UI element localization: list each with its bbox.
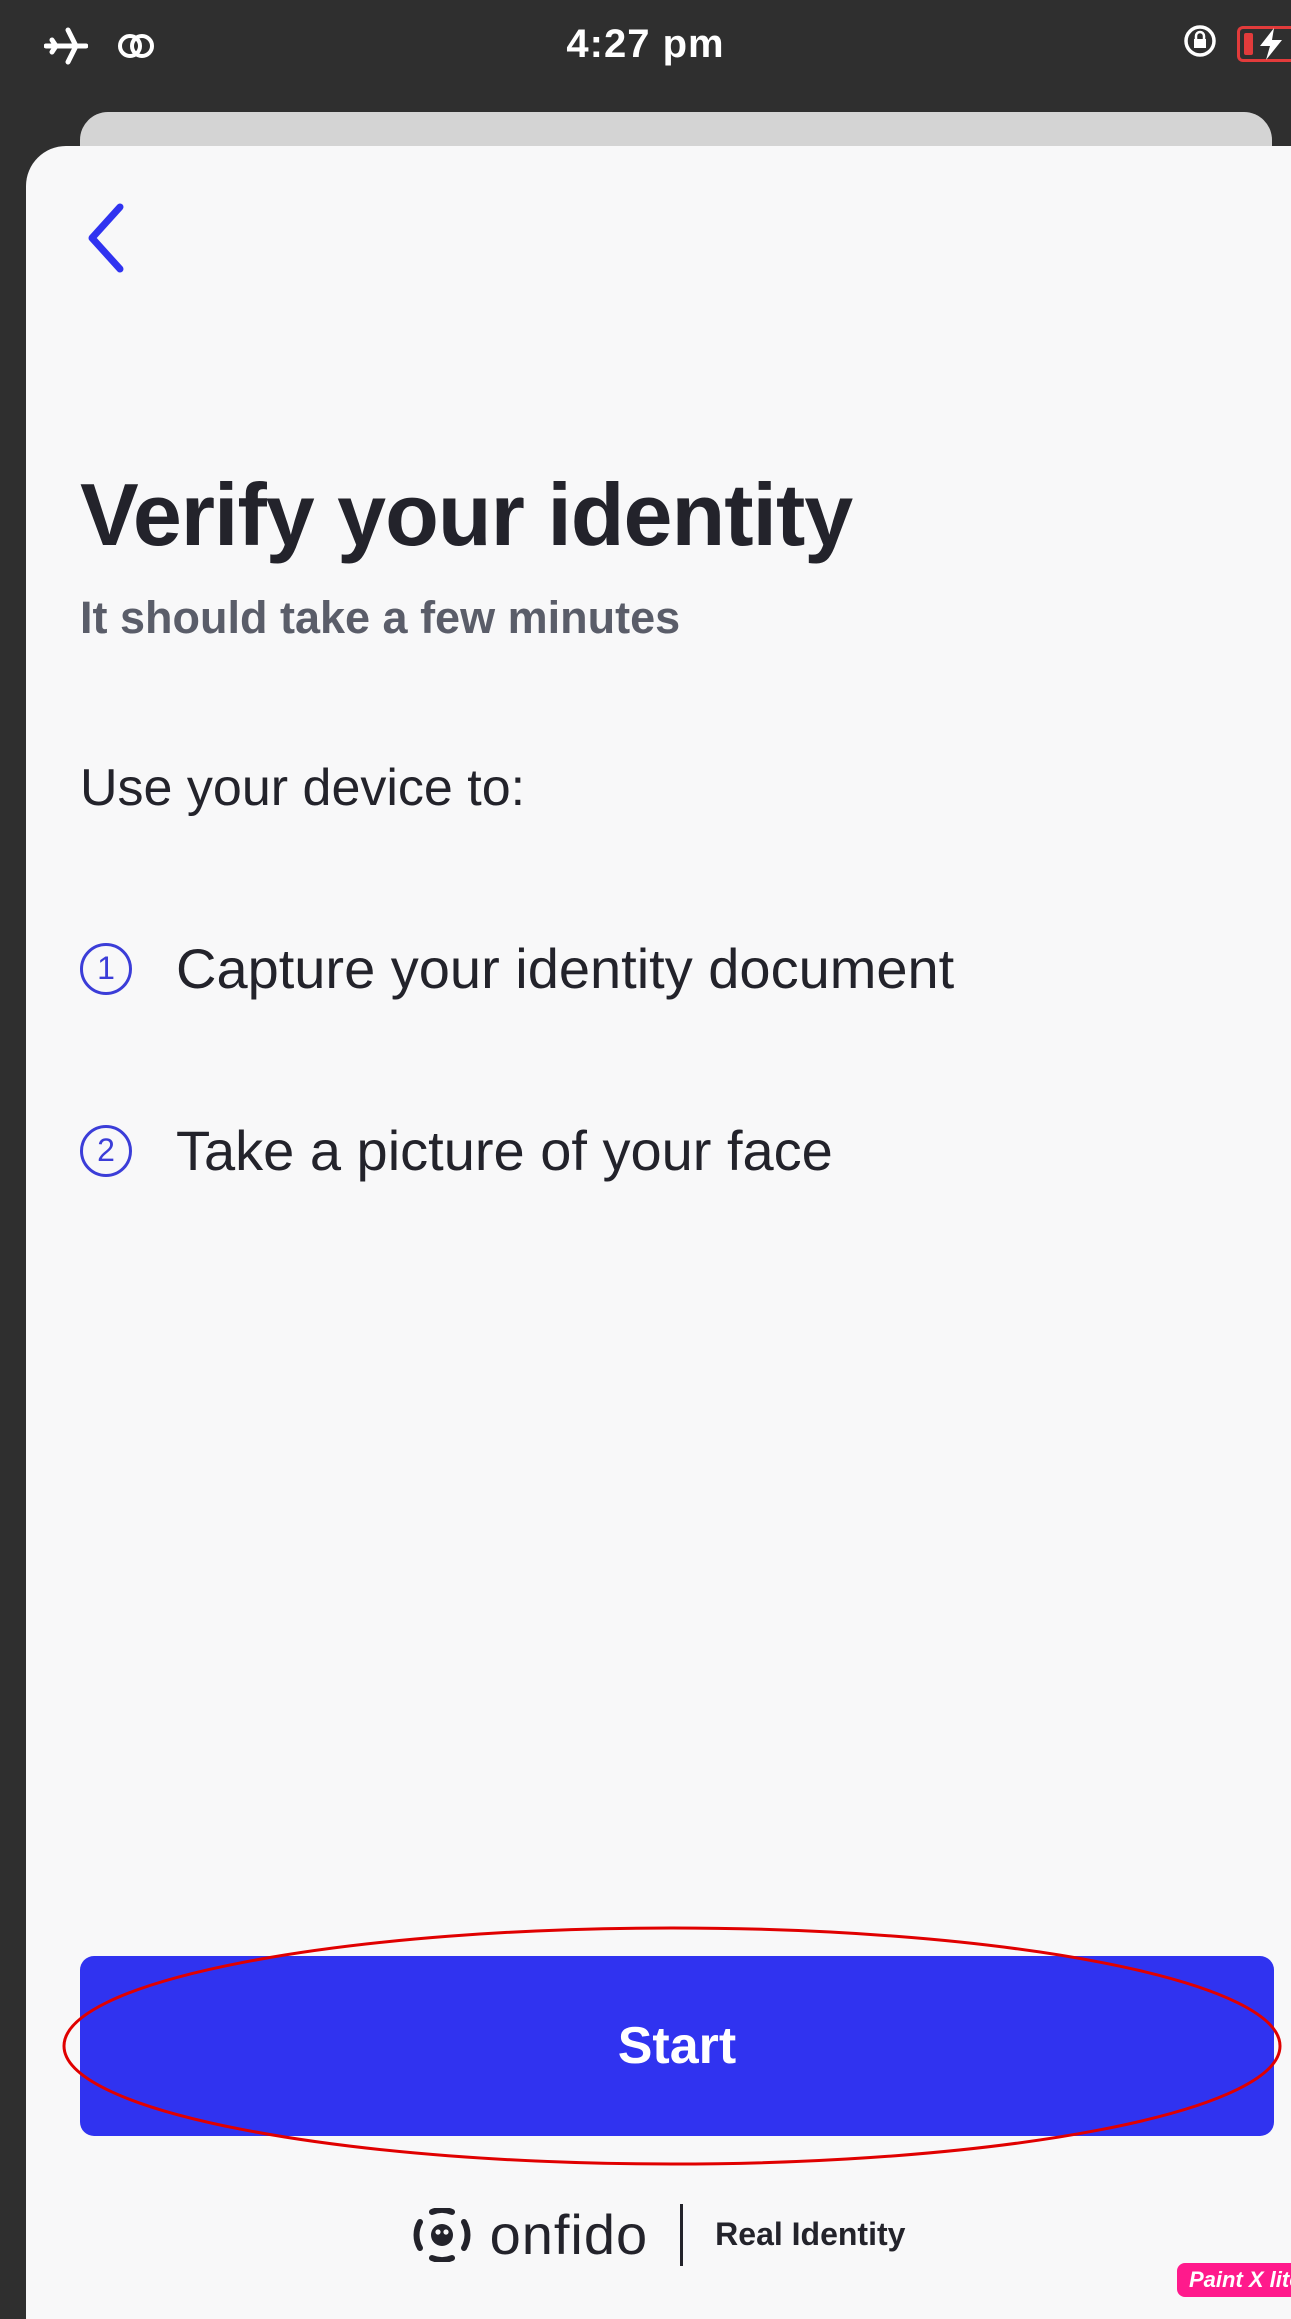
status-time: 4:27 pm [566, 22, 725, 66]
start-button[interactable]: Start [80, 1956, 1274, 2136]
rotation-lock-icon [1183, 24, 1217, 63]
step-number-badge: 2 [80, 1124, 132, 1177]
page-subtitle: It should take a few minutes [80, 592, 681, 643]
screen: 4:27 pm Verify your identity It should t… [0, 0, 1291, 2319]
brand-footer: onfido Real Identity [26, 2202, 1291, 2267]
step-item: 1 Capture your identity document [80, 936, 954, 1001]
watermark-badge: Paint X lite [1177, 2263, 1291, 2297]
onfido-logo-icon [412, 2207, 472, 2262]
step-number-badge: 1 [80, 942, 132, 995]
status-right [1183, 24, 1291, 63]
brand-name: onfido [489, 2203, 649, 2266]
battery-charging-icon [1237, 25, 1291, 62]
back-button[interactable] [76, 200, 136, 280]
page-title: Verify your identity [80, 465, 853, 564]
instructions-lead: Use your device to: [80, 759, 526, 817]
brand-tagline: Real Identity [715, 2216, 906, 2252]
brand-divider [680, 2203, 684, 2266]
battery-level [1244, 32, 1253, 55]
step-text: Take a picture of your face [176, 1119, 833, 1182]
chevron-left-icon [86, 203, 126, 278]
step-text: Capture your identity document [176, 937, 955, 1000]
step-item: 2 Take a picture of your face [80, 1118, 833, 1183]
verification-sheet: Verify your identity It should take a fe… [26, 146, 1291, 2319]
status-bar: 4:27 pm [0, 0, 1291, 95]
